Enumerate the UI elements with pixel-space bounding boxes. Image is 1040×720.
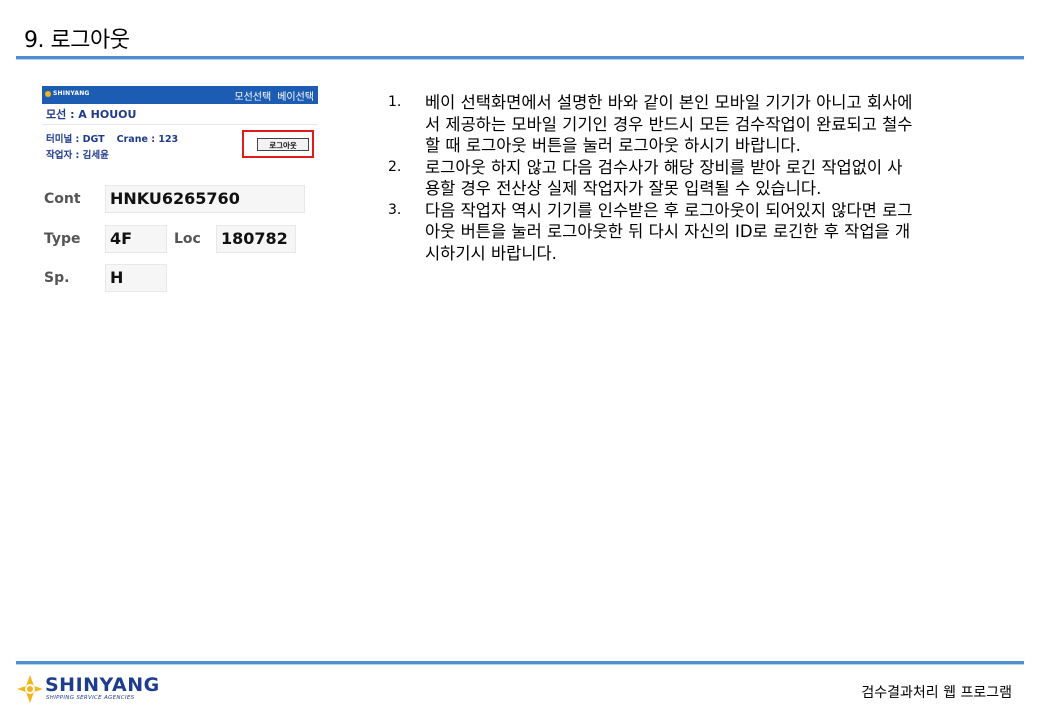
worker-text: 작업자 : 김세윤 bbox=[46, 150, 109, 161]
loc-label: Loc bbox=[174, 231, 201, 247]
app-screenshot: SHINYANG 모선선택 베이선택 모선 : A HOUOU 터미널 : DGT… bbox=[42, 86, 318, 175]
tab-bay-select[interactable]: 베이선택 bbox=[277, 92, 314, 103]
instruction-line: 서 제공하는 모바일 기기인 경우 반드시 모든 검수작업이 완료되고 철수 bbox=[425, 114, 913, 134]
instruction-line: 다음 작업자 역시 기기를 인수받은 후 로그아웃이 되어있지 않다면 로그 bbox=[425, 200, 913, 220]
terminal-line: 터미널 : DGT Crane : 123 bbox=[46, 131, 178, 145]
footer-tagline: SHIPPING SERVICE AGENCIES bbox=[46, 695, 135, 701]
logout-button[interactable]: 로그아웃 bbox=[257, 138, 309, 151]
app-header: SHINYANG 모선선택 베이선택 bbox=[42, 86, 318, 104]
instruction-line: 용할 경우 전산상 실제 작업자가 잘못 입력될 수 있습니다. bbox=[425, 179, 822, 198]
loc-field[interactable]: 180782 bbox=[216, 225, 296, 253]
footer-brand: SHINYANG bbox=[45, 674, 160, 696]
instruction-line: 시하기시 바랍니다. bbox=[425, 243, 557, 263]
instruction-number: 1. bbox=[388, 94, 402, 110]
app-logo-text: SHINYANG bbox=[53, 90, 90, 97]
crane-text: Crane : 123 bbox=[116, 134, 179, 145]
terminal-text: 터미널 : DGT bbox=[46, 134, 105, 145]
footer-caption: 검수결과처리 웹 프로그램 bbox=[861, 685, 1012, 701]
instruction-line: 할 때 로그아웃 버튼을 눌러 로그아웃 하시기 바랍니다. bbox=[425, 136, 801, 155]
info-block: 터미널 : DGT Crane : 123 작업자 : 김세윤 로그아웃 bbox=[42, 125, 318, 175]
bottom-divider bbox=[16, 661, 1024, 665]
instruction-item: 3. 다음 작업자 역시 기기를 인수받은 후 로그아웃이 되어있지 않다면 로… bbox=[388, 200, 1012, 265]
cont-label: Cont bbox=[44, 191, 81, 207]
vessel-row: 모선 : A HOUOU bbox=[42, 106, 318, 125]
instruction-line: 아웃 버튼을 눌러 로그아웃한 뒤 다시 자신의 ID로 로긴한 후 작업을 개 bbox=[425, 222, 911, 241]
app-logo: SHINYANG bbox=[45, 90, 90, 97]
type-label: Type bbox=[44, 231, 81, 247]
instruction-line: 로그아웃 하지 않고 다음 검수사가 해당 장비를 받아 로긴 작업없이 사 bbox=[425, 157, 903, 177]
instruction-list: 1. 베이 선택화면에서 설명한 바와 같이 본인 모바일 기기가 아니고 회사… bbox=[388, 92, 1012, 264]
top-divider bbox=[16, 56, 1024, 60]
instruction-item: 1. 베이 선택화면에서 설명한 바와 같이 본인 모바일 기기가 아니고 회사… bbox=[388, 92, 1012, 157]
tab-vessel-select[interactable]: 모선선택 bbox=[234, 92, 271, 103]
type-field[interactable]: 4F bbox=[105, 225, 167, 253]
cont-field[interactable]: HNKU6265760 bbox=[105, 185, 305, 213]
instruction-item: 2. 로그아웃 하지 않고 다음 검수사가 해당 장비를 받아 로긴 작업없이 … bbox=[388, 157, 1012, 200]
app-tabs: 모선선택 베이선택 bbox=[228, 88, 314, 103]
instruction-number: 2. bbox=[388, 158, 402, 175]
slide-title: 9. 로그아웃 bbox=[24, 28, 130, 53]
instruction-number: 3. bbox=[388, 201, 402, 218]
instruction-line: 베이 선택화면에서 설명한 바와 같이 본인 모바일 기기가 아니고 회사에 bbox=[425, 93, 913, 112]
sp-label: Sp. bbox=[44, 270, 70, 286]
logo-mark-icon bbox=[45, 90, 51, 97]
sp-field[interactable]: H bbox=[105, 264, 167, 292]
logo-emblem-icon bbox=[17, 675, 43, 703]
